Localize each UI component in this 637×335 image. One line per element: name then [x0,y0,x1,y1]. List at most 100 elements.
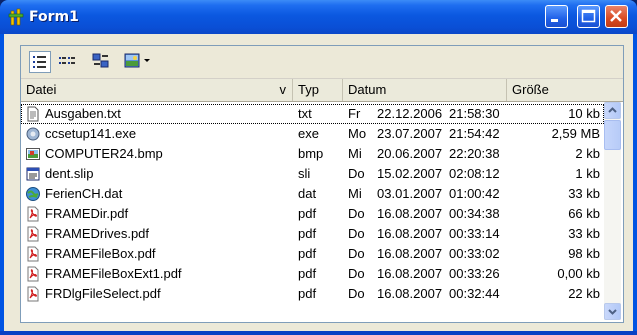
file-date: 16.08.2007 [377,206,443,221]
file-type: dat [298,186,317,201]
file-row[interactable]: FerienCH.dat dat Mi 03.01.2007 01:00:42 33 kb [21,184,604,204]
file-name: FRAMEFileBoxExt1.pdf [45,266,182,281]
file-type: txt [298,106,312,121]
file-size: 98 kb [568,246,600,261]
chevron-down-icon [144,59,150,62]
file-row[interactable]: FRAMEDrives.pdf pdf Do 16.08.2007 00:33:14 33… [21,224,604,244]
file-type: pdf [298,266,317,281]
file-name: FRAMEDir.pdf [45,206,129,221]
arrow-down-icon [608,309,617,315]
file-date: 16.08.2007 [377,266,443,281]
app-icon [8,8,24,26]
file-row[interactable]: FRDlgFileSelect.pdf pdf Do 16.08.2007 00:32:… [21,284,604,304]
file-date: 22.12.2006 [377,106,443,121]
file-row[interactable]: ccsetup141.exe exe Mo 23.07.2007 21:54:42 2,5… [21,124,604,144]
maximize-icon [581,9,596,23]
close-button[interactable] [605,5,628,28]
file-size: 2,59 MB [551,126,600,141]
scroll-down-button[interactable] [604,303,621,320]
file-size: 22 kb [568,286,600,301]
file-day: Do [348,286,365,301]
file-day: Do [348,266,365,281]
sort-indicator: v [279,82,287,97]
file-date: 20.06.2007 [377,146,443,161]
file-type: bmp [298,146,324,161]
file-time: 01:00:42 [449,186,500,201]
file-day: Do [348,206,365,221]
column-header-date[interactable]: Datum [343,79,507,101]
file-size: 33 kb [568,226,600,241]
column-header-name[interactable]: Datei v [21,79,293,101]
file-date: 03.01.2007 [377,186,443,201]
file-time: 02:08:12 [449,166,500,181]
file-time: 21:58:30 [449,106,500,121]
column-header: Datei v Typ Datum Größe [21,78,623,102]
file-list: Ausgaben.txt txt Fr 22.12.2006 21:58:30 10 kb… [21,102,623,322]
file-time: 00:33:02 [449,246,500,261]
vertical-scrollbar[interactable] [604,102,621,320]
file-name: FRAMEFileBox.pdf [45,246,156,261]
list-view-icon [59,57,75,64]
file-row[interactable]: FRAMEDir.pdf pdf Do 16.08.2007 00:34:38 66 kb [21,204,604,224]
form-client-area: Datei v Typ Datum Größe Ausgaben.txt txt F… [4,34,633,331]
file-day: Fr [348,106,361,121]
file-row[interactable]: dent.slip sli Do 15.02.2007 02:08:12 1 kb [21,164,604,184]
scroll-thumb[interactable] [604,120,621,150]
image-view-dropdown[interactable] [123,51,157,73]
scroll-up-button[interactable] [604,102,621,119]
file-date: 23.07.2007 [377,126,443,141]
close-icon [610,10,622,22]
file-row[interactable]: FRAMEFileBox.pdf pdf Do 16.08.2007 00:33:02 9… [21,244,604,264]
file-time: 00:33:26 [449,266,500,281]
file-name: ccsetup141.exe [45,126,137,141]
file-day: Do [348,246,365,261]
file-date: 16.08.2007 [377,246,443,261]
file-type: exe [298,126,319,141]
file-size: 1 kb [575,166,600,181]
file-name: FerienCH.dat [45,186,123,201]
file-type: pdf [298,286,317,301]
file-day: Do [348,226,365,241]
column-header-size[interactable]: Größe [507,79,623,101]
file-row[interactable]: Ausgaben.txt txt Fr 22.12.2006 21:58:30 10 kb [21,104,604,124]
file-date: 15.02.2007 [377,166,443,181]
small-icons-view-button[interactable] [91,51,113,73]
file-day: Mi [348,146,362,161]
file-size: 2 kb [575,146,600,161]
column-name-label: Datei [26,82,57,97]
column-header-type[interactable]: Typ [293,79,343,101]
file-size: 10 kb [568,106,600,121]
details-view-icon [33,56,46,68]
file-time: 00:34:38 [449,206,500,221]
file-date: 16.08.2007 [377,286,443,301]
file-type: pdf [298,226,317,241]
title-bar[interactable]: Form1 [0,0,637,34]
file-row[interactable]: FRAMEFileBoxExt1.pdf pdf Do 16.08.2007 00:33… [21,264,604,284]
picture-icon [124,53,150,68]
file-type: pdf [298,206,317,221]
file-list-panel: Datei v Typ Datum Größe Ausgaben.txt txt F… [20,45,624,323]
file-time: 21:54:42 [449,126,500,141]
list-view-button[interactable] [57,51,79,73]
file-time: 00:33:14 [449,226,500,241]
file-date: 16.08.2007 [377,226,443,241]
file-name: FRAMEDrives.pdf [45,226,150,241]
window-title: Form1 [29,9,79,25]
file-day: Do [348,166,365,181]
file-type: pdf [298,246,317,261]
file-day: Mi [348,186,362,201]
file-size: 66 kb [568,206,600,221]
file-name: FRDlgFileSelect.pdf [45,286,161,301]
file-time: 22:20:38 [449,146,500,161]
minimize-button[interactable] [545,5,568,28]
window-bottom-border [0,331,637,335]
maximize-button[interactable] [577,5,600,28]
file-name: dent.slip [45,166,94,181]
minimize-icon [551,19,558,22]
arrow-up-icon [608,107,617,113]
file-row[interactable]: COMPUTER24.bmp bmp Mi 20.06.2007 22:20:38 2 k… [21,144,604,164]
toolbar [21,46,623,77]
details-view-button[interactable] [29,51,51,73]
file-day: Mo [348,126,367,141]
file-type: sli [298,166,311,181]
